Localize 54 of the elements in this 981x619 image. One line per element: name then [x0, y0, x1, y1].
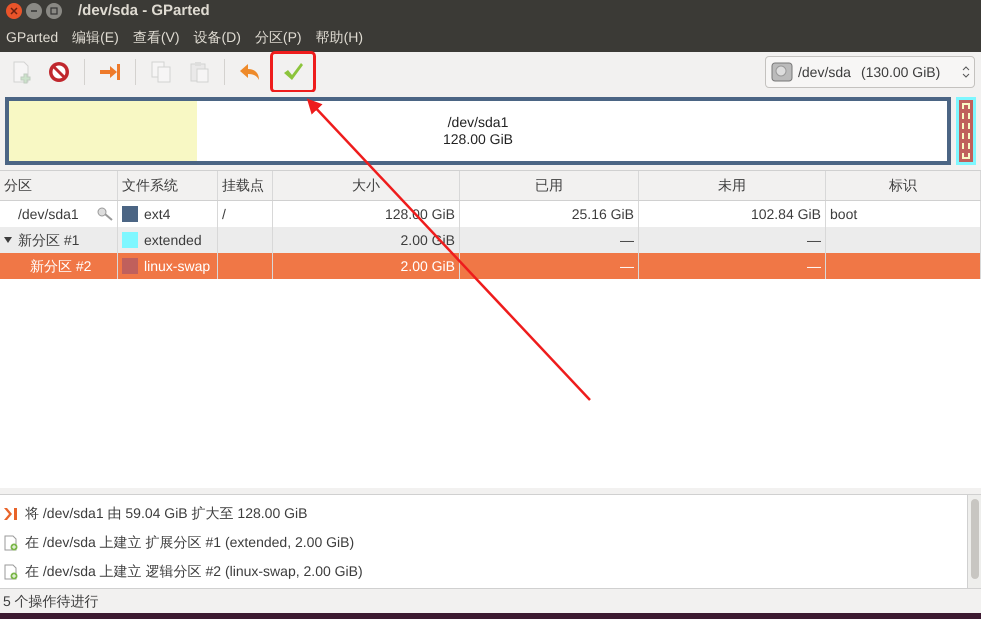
flags-value: boot — [830, 204, 858, 224]
partition-name: 新分区 #2 — [30, 256, 92, 276]
maximize-icon — [50, 7, 58, 15]
column-header[interactable]: 挂载点 — [218, 171, 273, 200]
partition-name: 新分区 #1 — [18, 230, 80, 250]
used-value: — — [620, 256, 634, 276]
column-header[interactable]: 已用 — [460, 171, 639, 200]
device-name: /dev/sda — [798, 62, 851, 82]
mount-point: / — [222, 204, 226, 224]
operation-text: 将 /dev/sda1 由 59.04 GiB 扩大至 128.00 GiB — [25, 504, 308, 523]
operation-text: 在 /dev/sda 上建立 扩展分区 #1 (extended, 2.00 GiB) — [25, 533, 354, 552]
column-header[interactable]: 大小 — [273, 171, 460, 200]
column-header[interactable]: 标识 — [826, 171, 981, 200]
maximize-button[interactable] — [46, 3, 62, 19]
column-header[interactable]: 分区 — [0, 171, 118, 200]
partition-name: /dev/sda1 — [18, 204, 79, 224]
status-text: 5 个操作待进行 — [3, 592, 99, 610]
menu-item[interactable]: 查看(V) — [132, 26, 180, 48]
column-header[interactable]: 文件系统 — [118, 171, 218, 200]
new-document-icon — [3, 564, 19, 580]
operation-text: 在 /dev/sda 上建立 逻辑分区 #2 (linux-swap, 2.00 GiB) — [25, 562, 363, 581]
unused-value: — — [807, 230, 821, 250]
filesystem-label: ext4 — [144, 204, 170, 224]
device-selector[interactable]: /dev/sda (130.00 GiB) — [765, 56, 975, 88]
menu-item[interactable]: 编辑(E) — [72, 26, 119, 48]
minimize-button[interactable] — [26, 3, 42, 19]
arrow-to-bar-icon — [3, 506, 19, 522]
spinner-arrows-icon — [962, 65, 970, 79]
partition-map-size: 128.00 GiB — [442, 131, 514, 148]
partition-map-block[interactable]: /dev/sda1 128.00 GiB — [5, 97, 951, 165]
menu-item[interactable]: 分区(P) — [254, 26, 302, 48]
column-header[interactable]: 未用 — [639, 171, 826, 200]
partition-map-name: /dev/sda1 — [448, 114, 508, 131]
unused-value: — — [807, 256, 821, 276]
close-icon — [10, 7, 18, 15]
size-value: 2.00 GiB — [400, 256, 455, 276]
unused-value: 102.84 GiB — [750, 204, 821, 224]
new-document-icon — [3, 534, 19, 550]
extended-partition-block[interactable] — [956, 97, 976, 165]
filesystem-label: linux-swap — [144, 256, 210, 276]
expander-icon[interactable] — [4, 236, 12, 244]
delete-icon — [47, 60, 71, 84]
apply-toolbar-button[interactable] — [273, 54, 313, 90]
window-title: /dev/sda - GParted — [78, 0, 210, 21]
copy-icon — [149, 60, 173, 84]
menu-item[interactable]: 设备(D) — [193, 26, 241, 48]
device-size: (130.00 GiB) — [860, 62, 940, 82]
filesystem-label: extended — [144, 230, 202, 250]
menu-item[interactable]: 帮助(H) — [316, 26, 364, 48]
used-value: 25.16 GiB — [572, 204, 634, 224]
menu-item[interactable]: GParted — [6, 26, 58, 48]
close-button[interactable] — [6, 3, 22, 19]
scrollbar[interactable] — [967, 495, 981, 588]
used-value: — — [620, 230, 634, 250]
